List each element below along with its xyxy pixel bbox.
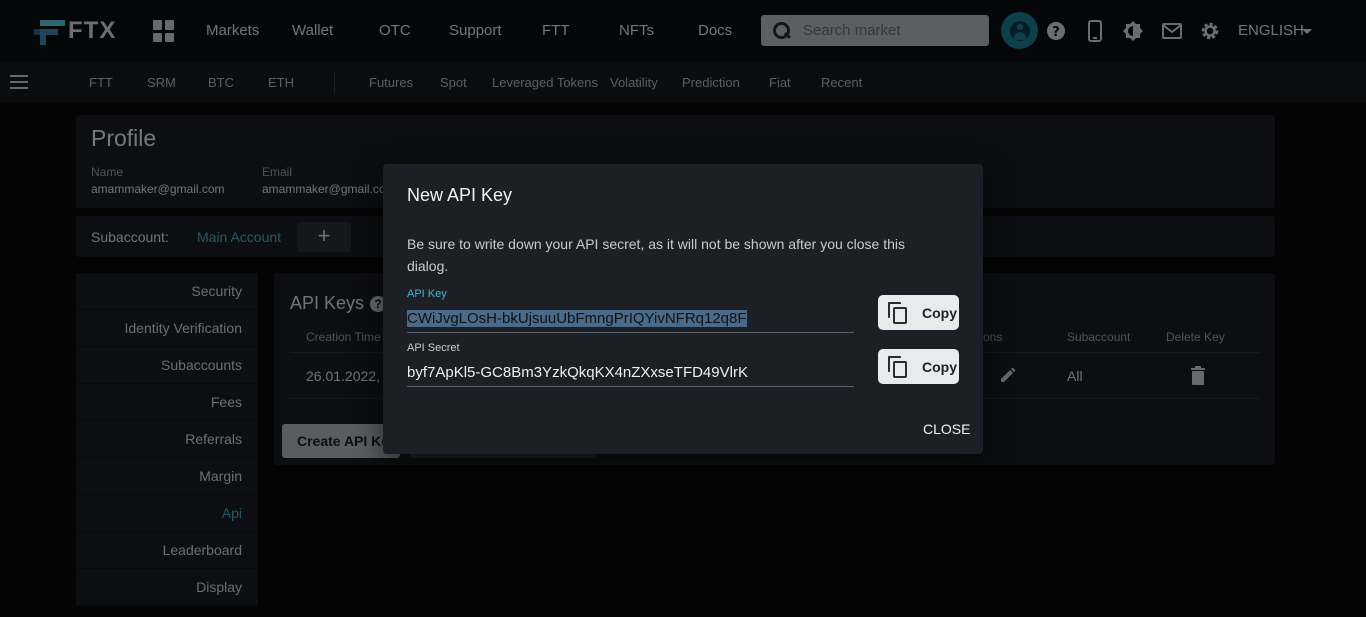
api-secret-underline: [407, 386, 854, 387]
copy-api-secret-button[interactable]: Copy: [878, 349, 959, 384]
copy-label: Copy: [922, 358, 957, 375]
api-secret-label: API Secret: [407, 342, 460, 354]
copy-icon: [888, 301, 908, 324]
copy-api-key-button[interactable]: Copy: [878, 295, 959, 330]
api-key-underline: [407, 332, 854, 333]
new-api-key-dialog: New API Key Be sure to write down your A…: [383, 164, 983, 454]
api-key-label: API Key: [407, 288, 447, 300]
api-secret-field[interactable]: byf7ApKl5-GC8Bm3YzkQkqKX4nZXxseTFD49VlrK: [407, 364, 748, 381]
copy-icon: [888, 355, 908, 378]
dialog-title: New API Key: [407, 185, 513, 205]
close-dialog-button[interactable]: CLOSE: [923, 421, 970, 437]
dialog-message: Be sure to write down your API secret, a…: [407, 236, 906, 274]
copy-label: Copy: [922, 304, 957, 321]
api-key-field[interactable]: CWiJvgLOsH-bkUjsuuUbFmngPrIQYivNFRq12q8F: [407, 310, 747, 327]
